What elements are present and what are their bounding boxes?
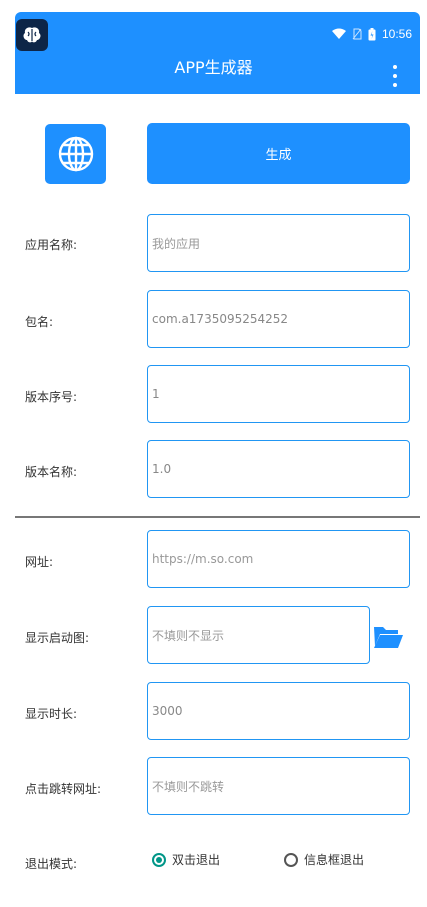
splash-label: 显示启动图: (25, 631, 90, 645)
more-dot (393, 83, 397, 87)
radio-unchecked-icon (284, 852, 299, 867)
app-name-label: 应用名称: (25, 238, 78, 252)
exit-double-click-label: 双击退出 (172, 853, 221, 867)
globe-icon-button[interactable] (45, 124, 106, 184)
app-logo (16, 19, 48, 51)
url-field[interactable]: https://m.so.com (147, 530, 410, 588)
version-name-field[interactable]: 1.0 (147, 440, 410, 498)
click-url-field[interactable]: 不填则不跳转 (147, 757, 410, 815)
no-sim-icon (352, 28, 362, 40)
version-code-label: 版本序号: (25, 390, 78, 404)
folder-open-icon[interactable] (372, 624, 404, 650)
click-url-label: 点击跳转网址: (25, 782, 102, 796)
exit-mode-label: 退出模式: (25, 857, 78, 871)
app-name-field[interactable]: 我的应用 (147, 214, 410, 272)
app-bar: 10:56 (15, 12, 420, 94)
version-code-field[interactable]: 1 (147, 365, 410, 423)
exit-mode-radio-group: 双击退出 信息框退出 (152, 851, 364, 868)
url-label: 网址: (25, 555, 54, 569)
radio-checked-icon (152, 852, 166, 867)
version-name-label: 版本名称: (25, 465, 78, 479)
exit-dialog-label: 信息框退出 (304, 853, 365, 867)
section-divider (15, 516, 420, 518)
top-strip (0, 0, 427, 12)
duration-label: 显示时长: (25, 707, 78, 721)
status-bar: 10:56 (331, 27, 412, 41)
battery-icon (368, 27, 376, 40)
globe-icon (58, 136, 93, 172)
package-label: 包名: (25, 315, 54, 329)
wifi-icon (331, 28, 346, 39)
duration-field[interactable]: 3000 (147, 682, 410, 740)
exit-double-click-radio[interactable]: 双击退出 (152, 851, 220, 868)
exit-dialog-radio[interactable]: 信息框退出 (284, 851, 364, 868)
status-time: 10:56 (381, 27, 412, 41)
page-title: APP生成器 (174, 58, 253, 77)
package-field[interactable]: com.a1735095254252 (147, 290, 410, 348)
brain-icon (23, 27, 41, 43)
generate-button[interactable]: 生成 (147, 123, 410, 184)
splash-field[interactable]: 不填则不显示 (147, 606, 370, 664)
